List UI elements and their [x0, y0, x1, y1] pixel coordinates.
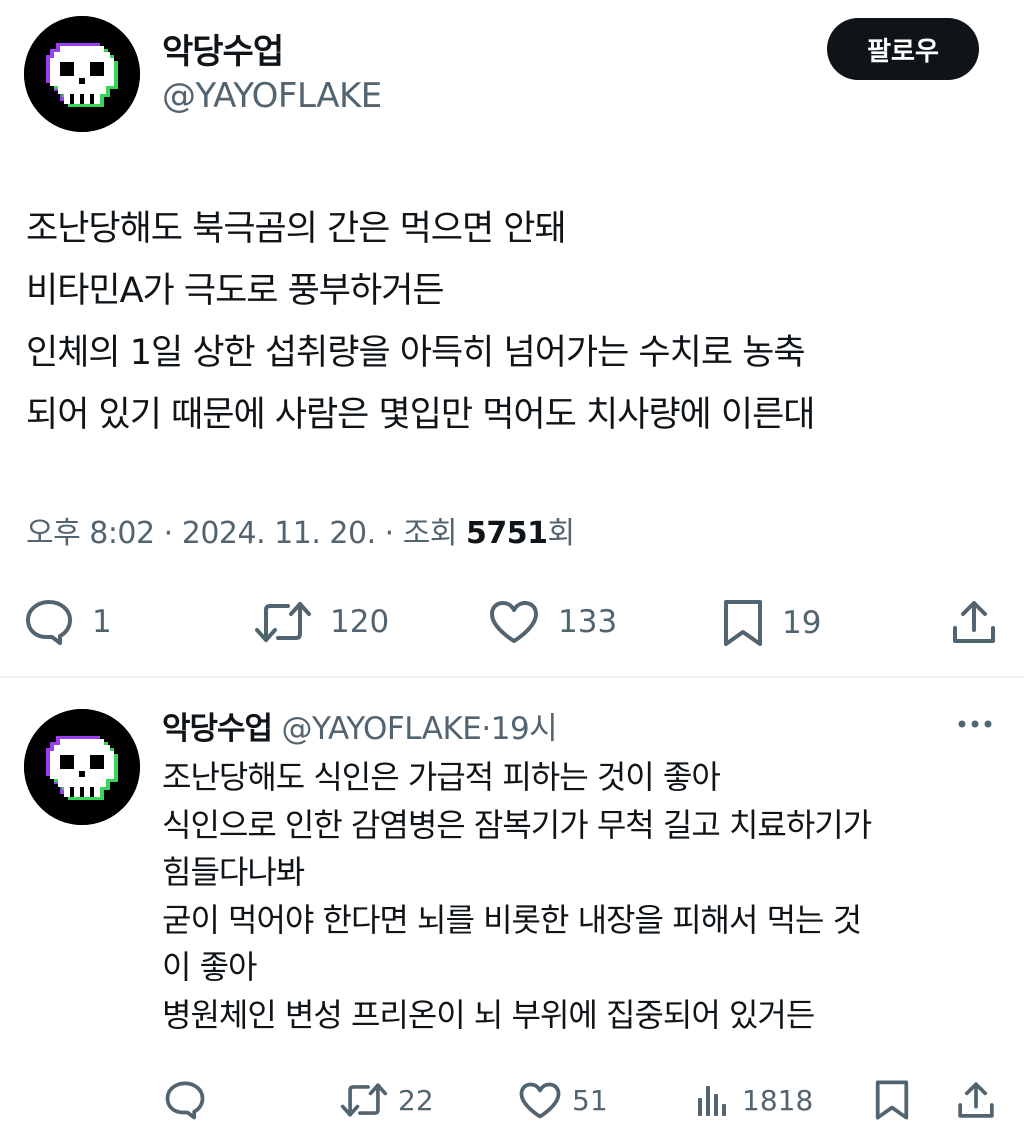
tweet-text-line: 인체의 1일 상한 섭취량을 아득히 넘어가는 수치로 농축 — [26, 333, 806, 373]
reply-retweet-count: 22 — [398, 1083, 434, 1117]
reply-button[interactable]: 1 — [24, 598, 112, 646]
reply-bookmark-button[interactable] — [874, 1079, 910, 1121]
pixel-skull-icon — [24, 16, 140, 132]
retweet-icon — [255, 602, 311, 642]
reply-share-button[interactable] — [956, 1080, 996, 1120]
retweet-icon — [340, 1083, 388, 1117]
bookmark-count: 19 — [782, 605, 822, 641]
tweet-text-line: 되어 있기 때문에 사람은 몇입만 먹어도 치사량에 이른대 — [26, 395, 815, 435]
reply-author-handle[interactable]: @YAYOFLAKE — [281, 711, 481, 747]
retweet-count: 120 — [330, 604, 390, 640]
tweet-time[interactable]: 오후 8:02 — [26, 516, 155, 551]
views-label: 조회 — [402, 516, 458, 551]
speech-bubble-icon — [26, 600, 72, 645]
more-dots-icon[interactable] — [955, 712, 995, 736]
pixel-skull-icon — [24, 709, 140, 825]
tweet-text-line: 비타민A가 극도로 풍부하거든 — [26, 271, 445, 311]
bookmark-icon — [724, 600, 762, 646]
reply-text-line: 힘들다나봐 — [162, 853, 305, 891]
heart-icon — [519, 1082, 561, 1119]
tweet-text: 조난당해도 북극곰의 간은 먹으면 안돼 비타민A가 극도로 풍부하거든 인체의… — [26, 198, 1006, 446]
tweet-text-line: 조난당해도 북극곰의 간은 먹으면 안돼 — [26, 209, 567, 249]
bookmark-button[interactable]: 19 — [722, 598, 821, 648]
views-count: 5751 — [466, 516, 548, 551]
reply-retweet-button[interactable]: 22 — [340, 1082, 434, 1118]
follow-button[interactable]: 팔로우 — [827, 18, 979, 80]
reply-text-line: 식인으로 인한 감염병은 잠복기가 무척 길고 치료하기가 — [162, 805, 872, 844]
divider — [0, 676, 1024, 678]
tweet-meta: 오후 8:02 · 2024. 11. 20. · 조회 5751회 — [26, 516, 576, 551]
share-icon — [953, 601, 995, 643]
heart-icon — [490, 601, 538, 643]
share-icon — [958, 1082, 994, 1118]
bookmark-icon — [875, 1080, 909, 1120]
retweet-button[interactable]: 120 — [254, 600, 389, 644]
reply-reply-button[interactable] — [164, 1080, 206, 1120]
speech-bubble-icon — [165, 1081, 205, 1120]
tweet-date[interactable]: 2024. 11. 20. — [182, 516, 376, 551]
reply-like-button[interactable]: 51 — [518, 1082, 608, 1119]
reply-author-avatar[interactable] — [24, 709, 140, 825]
reply-author-name[interactable]: 악당수업 — [162, 711, 273, 747]
reply-text-line: 굳이 먹어야 한다면 뇌를 비롯한 내장을 피해서 먹는 것 — [162, 900, 862, 939]
reply-text-line: 이 좋아 — [162, 948, 258, 986]
views-suffix: 회 — [547, 516, 576, 551]
reply-time[interactable]: 19시 — [491, 711, 558, 747]
reply-text-line: 병원체인 변성 프리온이 뇌 부위에 집중되어 있거든 — [162, 995, 815, 1034]
reply-views-button[interactable]: 1818 — [696, 1082, 813, 1118]
reply-views-count: 1818 — [742, 1083, 814, 1117]
reply-text-line: 조난당해도 식인은 가급적 피하는 것이 좋아 — [162, 758, 721, 796]
reply-header: 악당수업 @YAYOFLAKE·19시 — [162, 711, 558, 747]
author-avatar[interactable] — [24, 16, 140, 132]
author-name[interactable]: 악당수업 — [162, 24, 284, 73]
like-button[interactable]: 133 — [488, 600, 617, 644]
author-handle[interactable]: @YAYOFLAKE — [162, 76, 382, 116]
reply-like-count: 51 — [572, 1084, 608, 1117]
like-count: 133 — [558, 604, 618, 640]
bar-chart-icon — [698, 1086, 726, 1116]
reply-text: 조난당해도 식인은 가급적 피하는 것이 좋아 식인으로 인한 감염병은 잠복기… — [162, 754, 1012, 1039]
reply-count: 1 — [92, 604, 112, 640]
share-button[interactable] — [950, 598, 998, 646]
